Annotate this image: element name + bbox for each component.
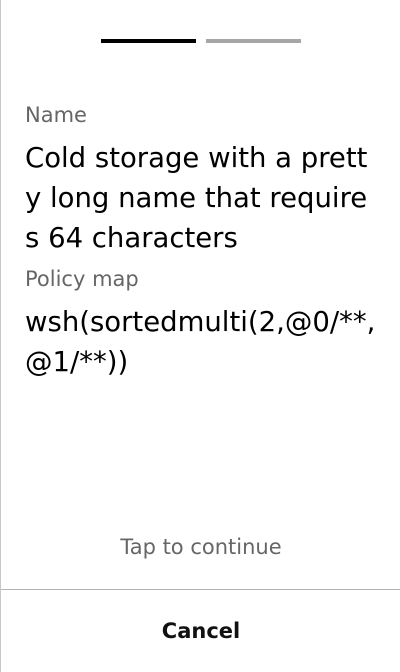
name-label: Name bbox=[25, 103, 87, 127]
name-value: Cold storage with a pretty long name tha… bbox=[25, 142, 368, 254]
policy-map-value: wsh(sortedmulti(2,@0/**,@1/**)) bbox=[25, 306, 376, 378]
cancel-button[interactable]: Cancel bbox=[1, 590, 400, 672]
tap-to-continue-button[interactable]: Tap to continue bbox=[1, 533, 400, 561]
step-progress-indicator bbox=[101, 39, 301, 44]
progress-step-1-active bbox=[101, 39, 196, 43]
wallet-details-screen[interactable]: Name Cold storage with a pretty long nam… bbox=[0, 0, 400, 672]
progress-step-2-inactive bbox=[206, 39, 301, 43]
policy-map-label: Policy map bbox=[25, 267, 139, 291]
